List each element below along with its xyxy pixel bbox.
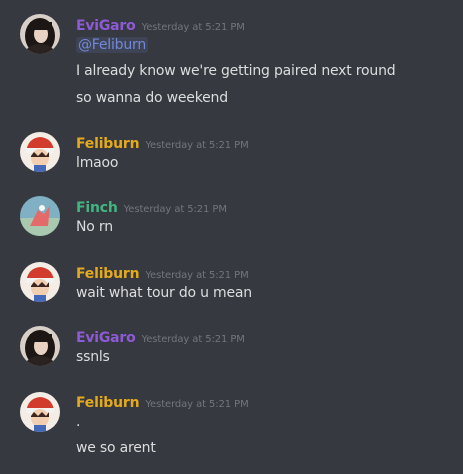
message-line: so wanna do weekend	[76, 90, 228, 106]
message-line: ssnls	[76, 349, 110, 365]
username[interactable]: Feliburn	[76, 395, 140, 411]
message-line: @Feliburn	[76, 37, 149, 53]
message-header: Finch Yesterday at 5:21 PM	[76, 197, 227, 217]
message-line: lmaoo	[76, 155, 119, 171]
username[interactable]: Feliburn	[76, 266, 140, 282]
username[interactable]: EviGaro	[76, 18, 136, 34]
avatar-finch[interactable]	[20, 196, 60, 236]
timestamp: Yesterday at 5:21 PM	[145, 399, 249, 410]
avatar-evigaro[interactable]	[20, 14, 60, 54]
username[interactable]: Finch	[76, 200, 118, 216]
message-header: EviGaro Yesterday at 5:21 PM	[76, 15, 245, 35]
chat-message-list: EviGaro Yesterday at 5:21 PM @Feliburn I …	[0, 0, 463, 474]
avatar-feliburn[interactable]	[20, 132, 60, 172]
message-line: wait what tour do u mean	[76, 285, 252, 301]
timestamp: Yesterday at 5:21 PM	[123, 204, 227, 215]
message-line: we so arent	[76, 440, 156, 456]
username[interactable]: EviGaro	[76, 330, 136, 346]
username[interactable]: Feliburn	[76, 136, 140, 152]
timestamp: Yesterday at 5:21 PM	[141, 22, 245, 33]
user-mention[interactable]: @Feliburn	[76, 37, 149, 53]
timestamp: Yesterday at 5:21 PM	[145, 140, 249, 151]
avatar-feliburn[interactable]	[20, 392, 60, 432]
message-header: Feliburn Yesterday at 5:21 PM	[76, 392, 249, 412]
avatar-feliburn[interactable]	[20, 262, 60, 302]
message-header: EviGaro Yesterday at 5:21 PM	[76, 327, 245, 347]
message-line: No rn	[76, 219, 113, 235]
timestamp: Yesterday at 5:21 PM	[145, 270, 249, 281]
message-header: Feliburn Yesterday at 5:21 PM	[76, 133, 249, 153]
message-line: I already know we're getting paired next…	[76, 63, 396, 79]
avatar-evigaro[interactable]	[20, 326, 60, 366]
message-header: Feliburn Yesterday at 5:21 PM	[76, 263, 249, 283]
timestamp: Yesterday at 5:21 PM	[141, 334, 245, 345]
message-line: .	[76, 414, 81, 430]
